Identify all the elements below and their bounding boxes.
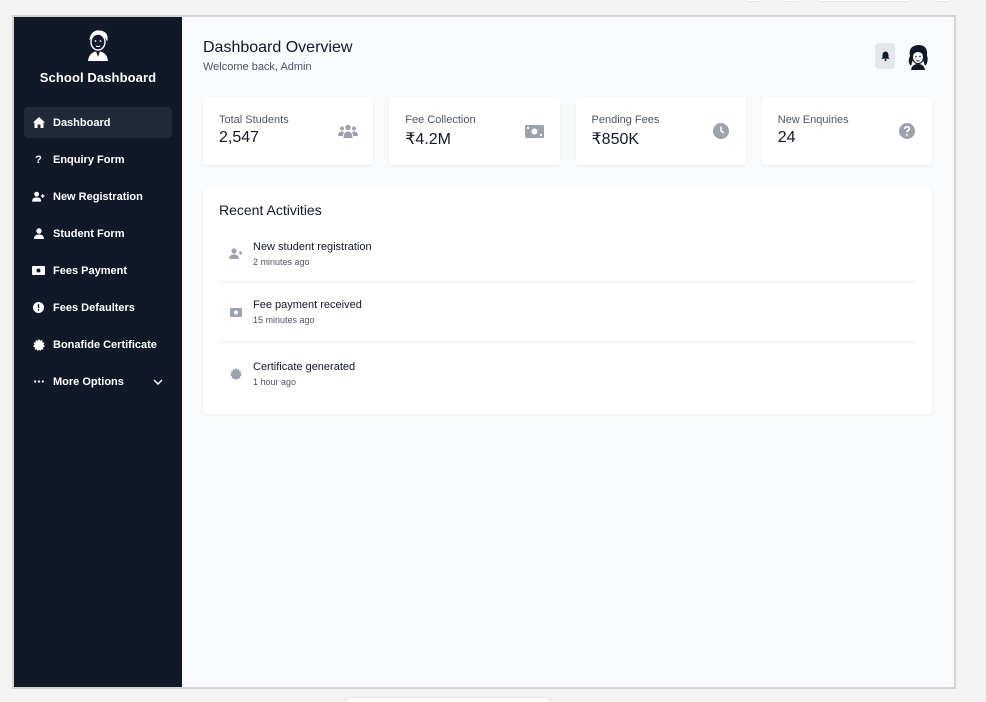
user-icon [32,227,45,240]
app-title: School Dashboard [39,70,157,85]
stat-value: 24 [777,129,796,146]
sidebar-item-fees-payment[interactable]: Fees Payment [24,255,172,286]
list-item[interactable]: New student registration 2 minutes ago [219,226,916,282]
sidebar-item-fees-defaulters[interactable]: Fees Defaulters [24,292,172,323]
activity-time: 1 hour ago [253,376,297,387]
stat-card-new-enquiries: New Enquiries 24 [761,97,932,165]
sidebar-item-label: Student Form [53,227,125,240]
stat-card-pending-fees: Pending Fees ₹850K [575,97,746,165]
page-title: Dashboard Overview [203,39,353,56]
stat-label: Total Students [219,114,289,126]
stat-card-total-students: Total Students 2,547 [203,97,374,165]
sidebar-item-enquiry-form[interactable]: ? Enquiry Form [24,144,172,175]
page-header: Dashboard Overview Welcome back, Admin [203,39,932,97]
window-control [816,0,912,2]
user-plus-icon [32,190,45,203]
app-window: School Dashboard Dashboard ? Enquiry For… [12,15,956,689]
window-control [780,0,802,2]
certificate-icon [32,338,45,351]
user-plus-icon [229,247,243,261]
section-title: Recent Activities [219,202,322,218]
list-item[interactable]: Fee payment received 15 minutes ago [219,282,916,343]
school-logo-icon [88,30,108,61]
sidebar-item-student-form[interactable]: Student Form [24,218,172,249]
window-control [744,0,766,2]
main-content: Dashboard Overview Welcome back, Admin T… [182,17,954,687]
clock-icon [711,123,731,139]
avatar[interactable] [904,42,932,70]
activity-list: New student registration 2 minutes ago F… [219,226,916,404]
money-bill-icon [32,264,45,277]
taskbar-preview [344,697,552,702]
ellipsis-icon [32,375,45,388]
money-bill-icon [229,305,243,319]
sidebar-item-more-options[interactable]: More Options [24,366,172,397]
users-icon [338,123,359,139]
activity-name: New student registration [253,240,372,253]
activity-time: 15 minutes ago [253,315,315,325]
stat-label: Pending Fees [591,114,660,126]
question-icon: ? [35,153,42,166]
sidebar-item-dashboard[interactable]: Dashboard [24,107,172,138]
window-control [930,0,952,2]
sidebar: School Dashboard Dashboard ? Enquiry For… [14,17,182,687]
sidebar-item-label: Fees Defaulters [53,301,135,314]
list-item[interactable]: Certificate generated 1 hour ago [219,343,916,404]
sidebar-item-label: Dashboard [53,116,111,129]
sidebar-item-label: More Options [53,375,124,388]
sidebar-nav: Dashboard ? Enquiry Form New Registratio… [14,107,182,397]
stat-value: ₹850K [591,131,640,148]
notifications-button[interactable] [875,43,895,69]
stat-card-fee-collection: Fee Collection ₹4.2M [389,97,560,165]
sidebar-item-label: Fees Payment [53,264,127,277]
page-subtitle: Welcome back, Admin [203,61,312,73]
bell-icon [880,51,890,61]
activity-name: Certificate generated [253,360,356,373]
recent-activities-panel: Recent Activities New student registrati… [203,186,932,414]
sidebar-item-label: Enquiry Form [53,153,125,166]
certificate-icon [229,367,243,381]
sidebar-item-label: New Registration [53,190,143,203]
exclamation-circle-icon [32,301,45,314]
stat-value: 2,547 [219,129,260,146]
question-circle-icon [897,123,917,139]
stat-label: Fee Collection [405,114,476,126]
stat-value: ₹4.2M [405,131,451,148]
stats-cards: Total Students 2,547 Fee Collection ₹4.2… [203,97,932,165]
money-bill-icon [525,123,545,139]
home-icon [32,116,45,129]
stat-label: New Enquiries [777,114,849,126]
sidebar-item-label: Bonafide Certificate [53,338,157,351]
brand: School Dashboard [14,27,182,85]
chevron-down-icon[interactable] [152,376,164,388]
activity-time: 2 minutes ago [253,256,310,267]
activity-name: Fee payment received [253,299,362,311]
sidebar-item-new-registration[interactable]: New Registration [24,181,172,212]
sidebar-item-bonafide-certificate[interactable]: Bonafide Certificate [24,329,172,360]
